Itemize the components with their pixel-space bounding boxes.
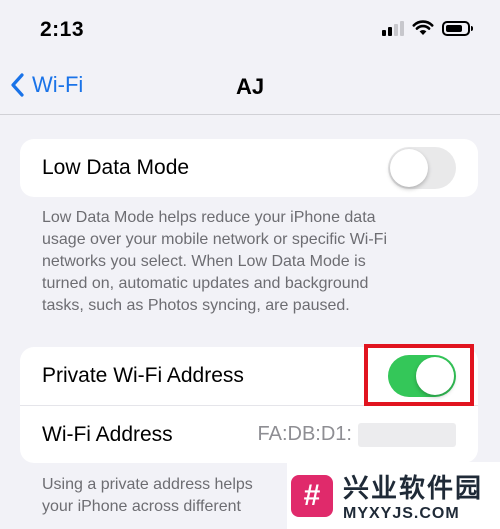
wifi-icon <box>412 20 434 35</box>
status-bar: 2:13 <box>0 0 500 62</box>
low-data-label: Low Data Mode <box>42 156 190 179</box>
wifi-address-row: Wi-Fi Address FA:DB:D1: <box>20 405 478 463</box>
navigation-bar: Wi-Fi AJ <box>0 62 500 115</box>
private-address-toggle[interactable] <box>388 355 456 397</box>
status-icons <box>382 20 473 36</box>
watermark-text-en: MYXYJS.COM <box>343 505 460 522</box>
wifi-address-value: FA:DB:D1: <box>257 422 456 447</box>
watermark-text: 兴业软件园 MYXYJS.COM <box>343 468 483 523</box>
status-time: 2:13 <box>40 18 85 41</box>
toggle-knob <box>416 357 454 395</box>
watermark-logo-icon: # <box>291 474 333 517</box>
page-title: AJ <box>235 74 265 99</box>
watermark-text-cn: 兴业软件园 <box>343 473 484 503</box>
private-address-row: Private Wi-Fi Address <box>20 347 478 405</box>
low-data-group: Low Data Mode <box>20 139 478 197</box>
wifi-address-text: FA:DB:D1: <box>257 423 352 445</box>
watermark: # 兴业软件园 MYXYJS.COM <box>287 462 500 529</box>
private-address-group: Private Wi-Fi Address Wi-Fi Address FA:D… <box>20 347 478 463</box>
battery-icon <box>442 20 473 36</box>
redacted-blur <box>358 422 456 447</box>
private-address-label: Private Wi-Fi Address <box>42 364 244 387</box>
low-data-toggle[interactable] <box>388 147 456 189</box>
cellular-signal-icon <box>382 20 404 36</box>
low-data-footnote: Low Data Mode helps reduce your iPhone d… <box>42 209 388 314</box>
low-data-row: Low Data Mode <box>20 139 478 197</box>
wifi-address-label: Wi-Fi Address <box>42 422 173 446</box>
toggle-knob <box>390 149 428 187</box>
